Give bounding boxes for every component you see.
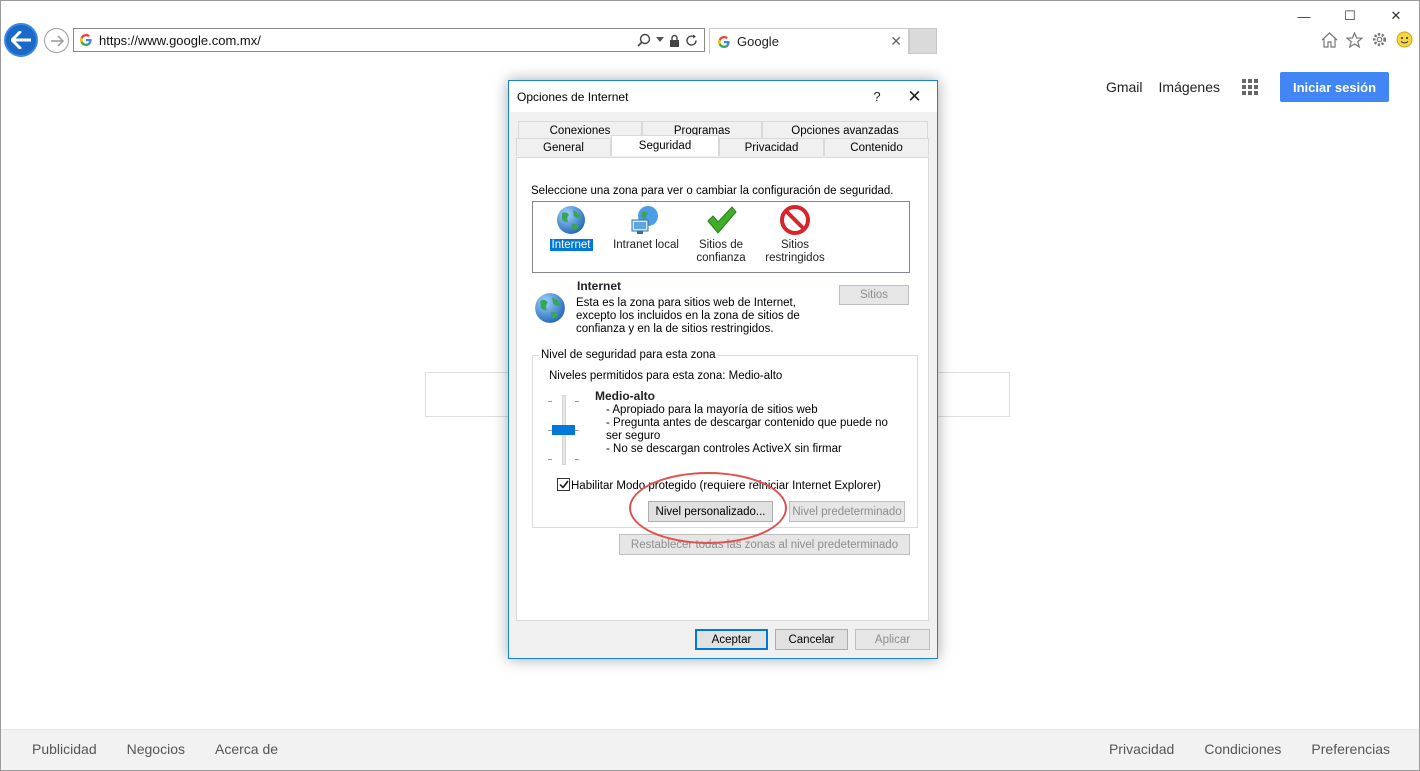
checkmark-icon (558, 480, 569, 489)
address-url[interactable]: https://www.google.com.mx/ (99, 33, 637, 48)
address-bar[interactable]: https://www.google.com.mx/ (73, 28, 705, 52)
intranet-icon (631, 206, 658, 234)
protected-mode-checkbox[interactable] (557, 478, 570, 491)
footer-link-about[interactable]: Acerca de (215, 741, 278, 757)
level-bullet: - Apropiado para la mayoría de sitios we… (606, 404, 818, 416)
level-bullet: - Pregunta antes de descargar contenido … (606, 417, 888, 442)
footer-left-links: Publicidad Negocios Acerca de (32, 741, 278, 757)
selected-zone-name: Internet (577, 279, 622, 293)
allowed-levels-text: Niveles permitidos para esta zona: Medio… (549, 370, 783, 382)
help-button[interactable]: ? (862, 89, 892, 104)
zone-label-local-intranet: Intranet local (613, 239, 679, 251)
star-icon[interactable] (1346, 31, 1363, 48)
window-controls: — ☐ ✕ (1281, 5, 1419, 27)
zone-list: Internet Intranet local Sitios de confia… (532, 201, 910, 273)
tab-close-icon[interactable]: ✕ (890, 33, 902, 50)
tab-security[interactable]: Seguridad (611, 135, 719, 156)
security-level-description: - Apropiado para la mayoría de sitios we… (606, 404, 906, 456)
browser-toolbar-icons (1321, 31, 1413, 48)
footer-link-terms[interactable]: Condiciones (1204, 741, 1281, 757)
zone-label-restricted-sites: Sitios restringidos (765, 239, 825, 264)
images-link[interactable]: Imágenes (1159, 79, 1220, 95)
gmail-link[interactable]: Gmail (1106, 79, 1143, 95)
new-tab-button[interactable] (909, 28, 937, 54)
signin-button[interactable]: Iniciar sesión (1280, 72, 1389, 102)
arrow-left-icon (11, 31, 31, 49)
tab-row-top: Conexiones Programas Opciones avanzadas (518, 121, 928, 139)
selected-zone-description: Esta es la zona para sitios web de Inter… (576, 297, 800, 335)
globe-icon (535, 293, 565, 323)
address-bar-icons (637, 33, 698, 47)
tab-title: Google (737, 34, 779, 49)
internet-options-dialog: Opciones de Internet ? ✕ Conexiones Prog… (508, 80, 938, 659)
tab-privacy[interactable]: Privacidad (719, 138, 824, 156)
footer-link-business[interactable]: Negocios (127, 741, 185, 757)
google-header: Gmail Imágenes Iniciar sesión (1090, 72, 1389, 102)
maximize-button[interactable]: ☐ (1327, 5, 1373, 27)
level-bullet: - No se descargan controles ActiveX sin … (606, 443, 842, 455)
checkmark-icon (707, 206, 737, 234)
smiley-icon[interactable] (1396, 31, 1413, 48)
gear-icon[interactable] (1371, 31, 1388, 48)
zone-instruction: Seleccione una zona para ver o cambiar l… (531, 185, 894, 197)
slider-tick (548, 401, 552, 402)
google-favicon-icon (718, 35, 730, 48)
protected-mode-label[interactable]: Habilitar Modo protegido (requiere reini… (571, 480, 881, 493)
ok-button[interactable]: Aceptar (695, 629, 768, 650)
apps-grid-icon[interactable] (1242, 79, 1258, 95)
zone-trusted-sites[interactable]: Sitios de confianza (681, 204, 761, 265)
forward-button[interactable] (44, 28, 69, 53)
zone-local-intranet[interactable]: Intranet local (606, 204, 686, 252)
slider-tick (575, 401, 579, 402)
security-tab-panel: Seleccione una zona para ver o cambiar l… (516, 157, 929, 621)
dialog-title: Opciones de Internet (517, 89, 629, 104)
cancel-button[interactable]: Cancelar (775, 629, 848, 650)
zone-label-internet: Internet (549, 239, 593, 251)
dialog-close-button[interactable]: ✕ (892, 87, 937, 107)
refresh-icon[interactable] (685, 34, 698, 47)
footer-link-advertising[interactable]: Publicidad (32, 741, 97, 757)
restricted-icon (780, 205, 810, 235)
chevron-down-icon[interactable] (656, 37, 664, 43)
close-button[interactable]: ✕ (1373, 5, 1419, 27)
slider-tick (575, 430, 579, 431)
footer-right-links: Privacidad Condiciones Preferencias (1109, 741, 1390, 757)
sites-button[interactable]: Sitios (839, 285, 909, 305)
footer-link-settings[interactable]: Preferencias (1311, 741, 1390, 757)
browser-tab[interactable]: Google ✕ (709, 28, 909, 54)
lock-icon[interactable] (669, 34, 680, 47)
reset-all-zones-button[interactable]: Restablecer todas las zonas al nivel pre… (619, 534, 910, 555)
tab-advanced[interactable]: Opciones avanzadas (762, 121, 928, 139)
slider-tick (548, 459, 552, 460)
zone-internet[interactable]: Internet (531, 204, 611, 252)
globe-icon (557, 206, 585, 234)
default-level-button[interactable]: Nivel predeterminado (789, 501, 905, 522)
minimize-button[interactable]: — (1281, 5, 1327, 27)
security-level-group-label: Nivel de seguridad para esta zona (539, 349, 718, 362)
footer-link-privacy[interactable]: Privacidad (1109, 741, 1174, 757)
arrow-right-icon (50, 34, 64, 47)
custom-level-button[interactable]: Nivel personalizado... (648, 501, 773, 522)
security-level-slider-thumb[interactable] (552, 425, 575, 435)
zone-label-trusted-sites: Sitios de confianza (696, 239, 746, 264)
back-button[interactable] (4, 23, 38, 57)
dialog-titlebar[interactable]: Opciones de Internet ? ✕ (509, 81, 937, 112)
google-footer: Publicidad Negocios Acerca de Privacidad… (1, 729, 1419, 770)
browser-window: — ☐ ✕ https://www.google.com.mx/ Google … (0, 0, 1420, 771)
google-favicon-icon (80, 34, 92, 46)
tab-general[interactable]: General (516, 138, 611, 156)
zone-restricted-sites[interactable]: Sitios restringidos (755, 204, 835, 265)
tab-content[interactable]: Contenido (824, 138, 929, 156)
slider-tick (575, 459, 579, 460)
tab-row-bottom: General Seguridad Privacidad Contenido (516, 135, 929, 156)
search-icon[interactable] (637, 33, 651, 47)
apply-button[interactable]: Aplicar (855, 629, 930, 650)
security-level-name: Medio-alto (595, 389, 655, 403)
home-icon[interactable] (1321, 31, 1338, 48)
